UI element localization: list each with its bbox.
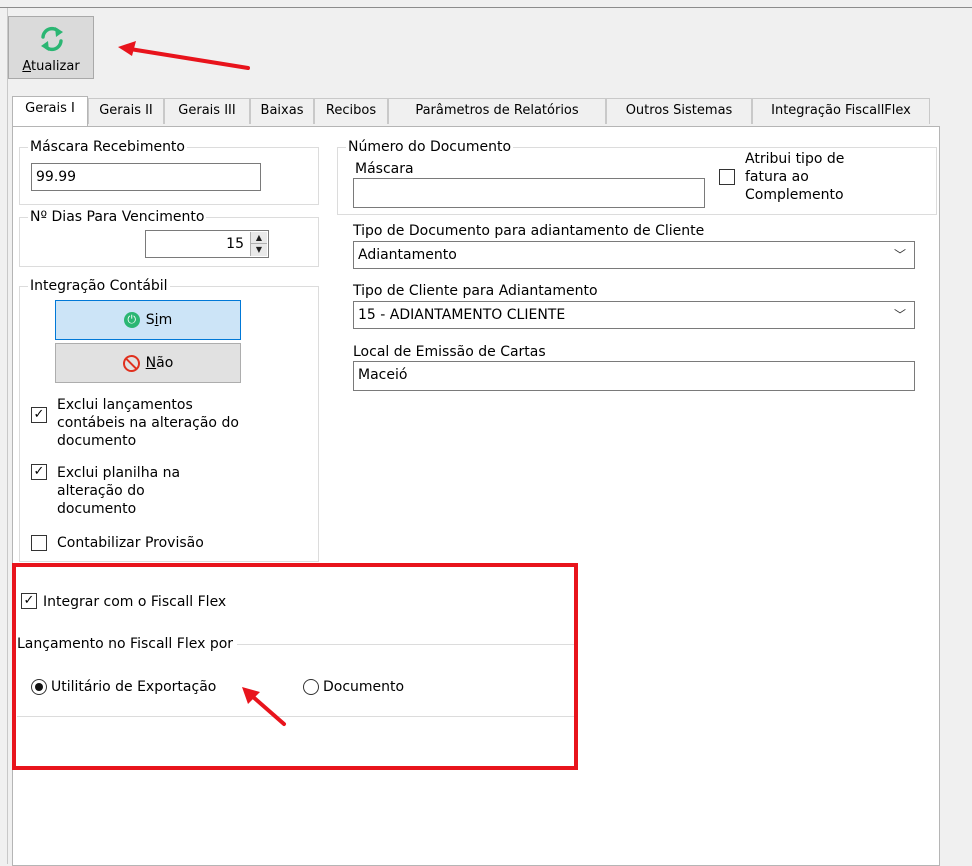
stepper-down-icon[interactable]: ▼ <box>251 244 267 256</box>
group-label: Máscara Recebimento <box>28 137 187 157</box>
local-emissao-input[interactable]: Maceió <box>353 361 915 391</box>
contabilizar-provisao-checkbox[interactable] <box>31 535 47 551</box>
utilitario-exportacao-radio[interactable] <box>31 679 47 695</box>
tab-outros-sistemas[interactable]: Outros Sistemas <box>606 98 752 124</box>
tab-gerais-ii[interactable]: Gerais II <box>88 98 164 124</box>
group-label: Nº Dias Para Vencimento <box>28 207 207 227</box>
prohibited-icon <box>122 354 140 372</box>
tab-baixas[interactable]: Baixas <box>250 98 314 124</box>
tab-gerais-i[interactable]: Gerais I <box>12 96 88 126</box>
tipo-cliente-select[interactable]: 15 - ADIANTAMENTO CLIENTE ﹀ <box>353 301 915 329</box>
tab-gerais-iii[interactable]: Gerais III <box>164 98 250 124</box>
exclui-lancamentos-checkbox[interactable]: ✓ <box>31 407 47 423</box>
contabilizar-provisao-label: Contabilizar Provisão <box>57 535 204 551</box>
tipo-cliente-label: Tipo de Cliente para Adiantamento <box>353 283 598 299</box>
atribui-tipo-label: Atribui tipo de fatura ao Complemento <box>745 151 845 203</box>
tab-integracao-fiscallflex[interactable]: Integração FiscallFlex <box>752 98 930 124</box>
tipo-documento-select[interactable]: Adiantamento ﹀ <box>353 241 915 269</box>
tipo-documento-label: Tipo de Documento para adiantamento de C… <box>353 223 705 239</box>
tab-parametros-relatorios[interactable]: Parâmetros de Relatórios <box>388 98 606 124</box>
atribui-tipo-checkbox[interactable] <box>719 169 735 185</box>
tab-recibos[interactable]: Recibos <box>314 98 388 124</box>
stepper-buttons[interactable]: ▲ ▼ <box>250 232 267 256</box>
tab-panel-gerais-i: Máscara Recebimento 99.99 Nº Dias Para V… <box>12 126 940 866</box>
tipo-cliente-value: 15 - ADIANTAMENTO CLIENTE <box>358 307 566 323</box>
exclui-planilha-label: Exclui planilha na alteração do document… <box>57 465 181 517</box>
fiscall-bottom-separator <box>17 716 577 717</box>
power-icon: ⏻ <box>123 312 140 328</box>
nao-button[interactable]: Não <box>55 343 241 383</box>
dias-vencimento-value: 15 <box>226 236 244 252</box>
refresh-button[interactable]: Atualizar <box>8 16 94 79</box>
stepper-up-icon[interactable]: ▲ <box>251 232 267 244</box>
utilitario-exportacao-label: Utilitário de Exportação <box>51 679 217 695</box>
annotation-arrow-top <box>118 41 250 70</box>
sim-button[interactable]: ⏻ Sim <box>55 300 241 340</box>
integrar-fiscall-flex-checkbox[interactable]: ✓ <box>21 593 37 609</box>
exclui-planilha-checkbox[interactable]: ✓ <box>31 464 47 480</box>
group-label: Número do Documento <box>346 137 514 157</box>
chevron-down-icon: ﹀ <box>893 308 906 322</box>
mascara-label: Máscara <box>355 161 414 177</box>
chevron-down-icon: ﹀ <box>893 248 906 262</box>
window-left-edge <box>0 8 8 864</box>
tipo-documento-value: Adiantamento <box>358 247 457 263</box>
local-emissao-label: Local de Emissão de Cartas <box>353 344 546 360</box>
mascara-recebimento-input[interactable]: 99.99 <box>31 163 261 191</box>
mascara-numero-input[interactable] <box>353 178 705 208</box>
lancamento-fiscall-label: Lançamento no Fiscall Flex por <box>17 635 238 653</box>
window-top-edge <box>0 0 972 8</box>
exclui-lancamentos-label: Exclui lançamentos contábeis na alteraçã… <box>57 397 239 449</box>
refresh-button-label: Atualizar <box>22 59 80 74</box>
integrar-fiscall-flex-label: Integrar com o Fiscall Flex <box>43 594 227 610</box>
dias-vencimento-stepper[interactable]: 15 ▲ ▼ <box>145 230 269 258</box>
refresh-icon <box>41 26 63 52</box>
documento-radio[interactable] <box>303 679 319 695</box>
group-label: Integração Contábil <box>28 276 170 296</box>
documento-label: Documento <box>323 679 405 695</box>
